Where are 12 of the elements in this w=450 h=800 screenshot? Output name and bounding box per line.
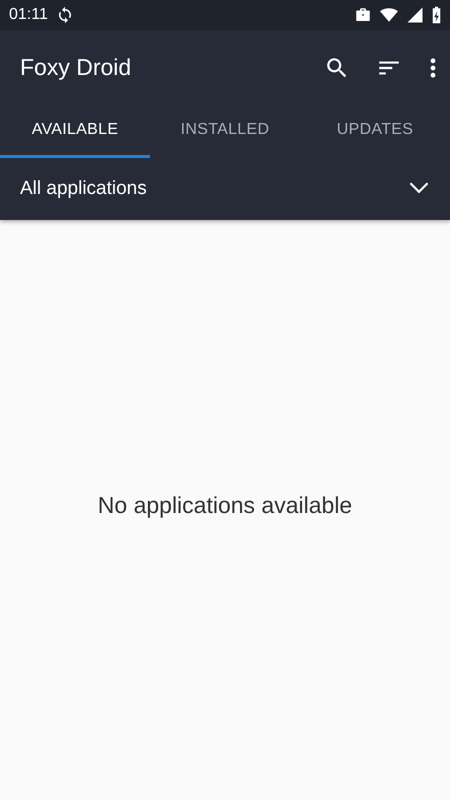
- battery-charging-icon: [432, 6, 441, 24]
- more-icon[interactable]: [428, 56, 438, 80]
- status-time: 01:11: [9, 6, 48, 24]
- tab[interactable]: AVAILABLE: [0, 105, 150, 158]
- briefcase-icon: [354, 6, 372, 24]
- empty-message: No applications available: [98, 492, 352, 518]
- tab[interactable]: INSTALLED: [150, 105, 300, 158]
- wifi-icon: [380, 6, 398, 24]
- tab[interactable]: UPDATES: [300, 105, 450, 158]
- signal-icon: [406, 6, 424, 24]
- filter-dropdown[interactable]: All applications: [0, 158, 450, 220]
- app-title: Foxy Droid: [20, 54, 132, 81]
